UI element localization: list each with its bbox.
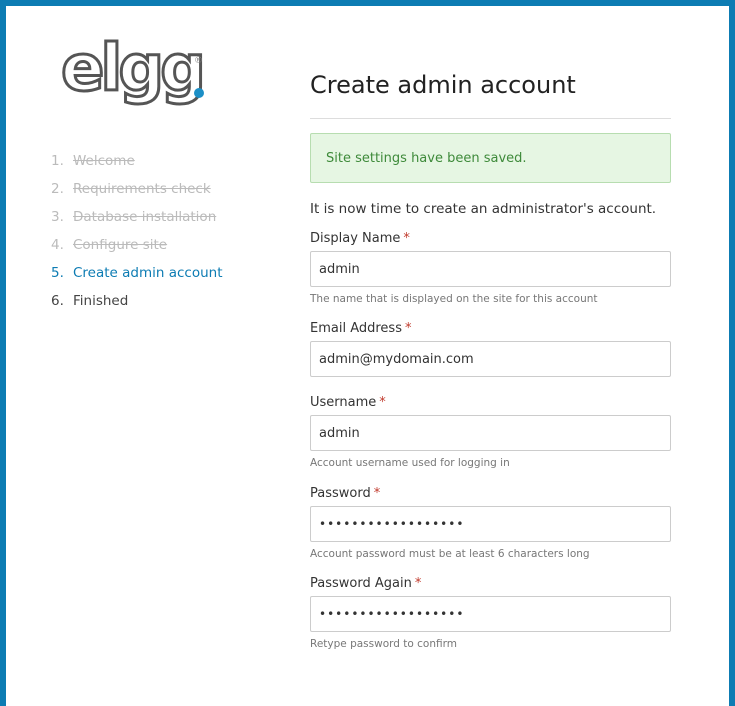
registered-mark: ® xyxy=(194,56,203,66)
display-name-help: The name that is displayed on the site f… xyxy=(310,293,598,305)
step-number: 4. xyxy=(51,237,64,253)
password-again-label: Password Again * xyxy=(310,576,422,591)
username-input[interactable] xyxy=(310,415,671,451)
required-marker: * xyxy=(373,486,381,501)
step-label: Configure site xyxy=(73,237,168,253)
step-label: Create admin account xyxy=(73,265,223,281)
display-name-field: Display Name* The name that is displayed… xyxy=(310,231,671,305)
password-again-field: Password Again* Retype password to confi… xyxy=(310,576,671,650)
required-marker: * xyxy=(403,231,410,246)
required-marker: * xyxy=(404,321,412,336)
success-alert: Site settings have been saved. xyxy=(310,133,671,183)
email-input[interactable] xyxy=(310,341,671,377)
display-name-input[interactable] xyxy=(310,251,671,287)
title-divider xyxy=(310,118,671,119)
logo-dot xyxy=(194,88,204,98)
step-requirements: 2. Requirements check xyxy=(51,181,223,209)
step-label: Requirements check xyxy=(73,181,211,197)
step-create-admin: 5. Create admin account xyxy=(51,265,223,293)
step-number: 1. xyxy=(51,153,64,169)
password-again-help: Retype password to confirm xyxy=(310,638,457,650)
step-number: 6. xyxy=(51,293,64,309)
password-input[interactable] xyxy=(310,506,671,542)
required-marker: * xyxy=(414,576,422,591)
main-content: Create admin account Site settings have … xyxy=(310,66,671,650)
password-help: Account password must be at least 6 char… xyxy=(310,548,590,560)
username-field: Username* Account username used for logg… xyxy=(310,395,671,469)
username-help: Account username used for logging in xyxy=(310,457,510,469)
page-title: Create admin account xyxy=(310,71,576,99)
step-number: 3. xyxy=(51,209,64,225)
required-marker: * xyxy=(379,395,386,410)
step-welcome: 1. Welcome xyxy=(51,153,223,181)
username-label: Username * xyxy=(310,395,386,410)
installer-panel: elgg ® 1. Welcome 2. Requirements check … xyxy=(6,6,729,706)
step-configure-site: 4. Configure site xyxy=(51,237,223,265)
install-steps: 1. Welcome 2. Requirements check 3. Data… xyxy=(51,153,223,321)
password-label: Password * xyxy=(310,486,381,501)
intro-text: It is now time to create an administrato… xyxy=(310,201,657,217)
step-number: 2. xyxy=(51,181,64,197)
password-field: Password* Account password must be at le… xyxy=(310,486,671,560)
elgg-logo: elgg ® xyxy=(60,36,211,121)
step-database: 3. Database installation xyxy=(51,209,223,237)
step-label: Welcome xyxy=(73,153,135,169)
step-number: 5. xyxy=(51,265,64,281)
logo-wordmark: elgg xyxy=(60,32,208,106)
step-finished: 6. Finished xyxy=(51,293,223,321)
step-label: Database installation xyxy=(73,209,217,225)
step-label: Finished xyxy=(73,293,129,309)
display-name-label: Display Name * xyxy=(310,231,410,246)
email-label: Email Address * xyxy=(310,321,412,336)
email-field: Email Address * xyxy=(310,321,671,377)
password-again-input[interactable] xyxy=(310,596,671,632)
